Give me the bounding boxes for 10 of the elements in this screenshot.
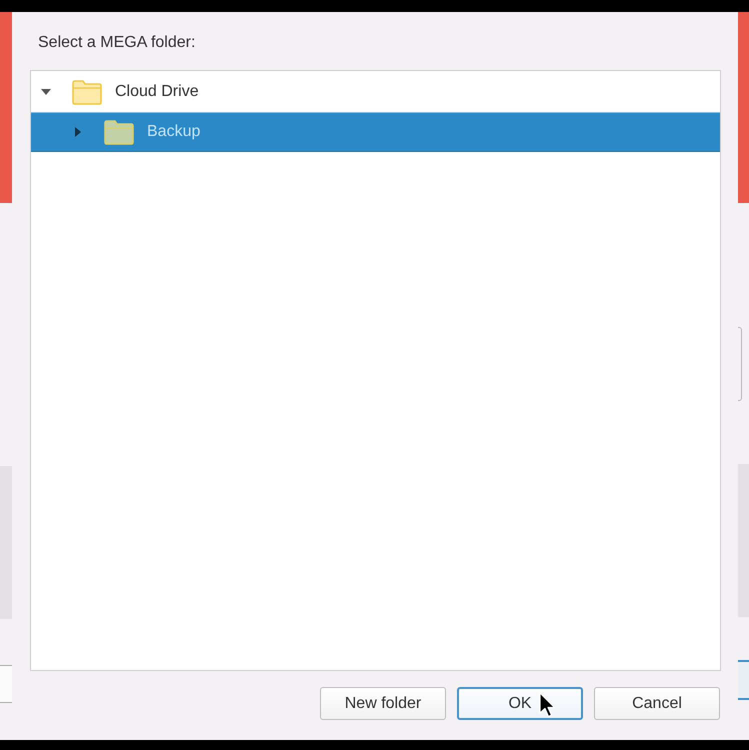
tree-item[interactable]: Cloud Drive — [31, 72, 720, 112]
dialog-title: Select a MEGA folder: — [37, 33, 196, 53]
dialog-button[interactable]: New folder — [320, 687, 446, 720]
folder-icon — [104, 120, 134, 144]
dialog-button[interactable]: Cancel — [594, 687, 720, 720]
folder-name: Cloud Drive — [115, 83, 199, 101]
folder-name: Backup — [147, 123, 200, 141]
folder-icon — [72, 80, 102, 104]
mouse-pointer-icon — [539, 692, 556, 718]
dialog-button[interactable]: OK — [457, 687, 583, 720]
